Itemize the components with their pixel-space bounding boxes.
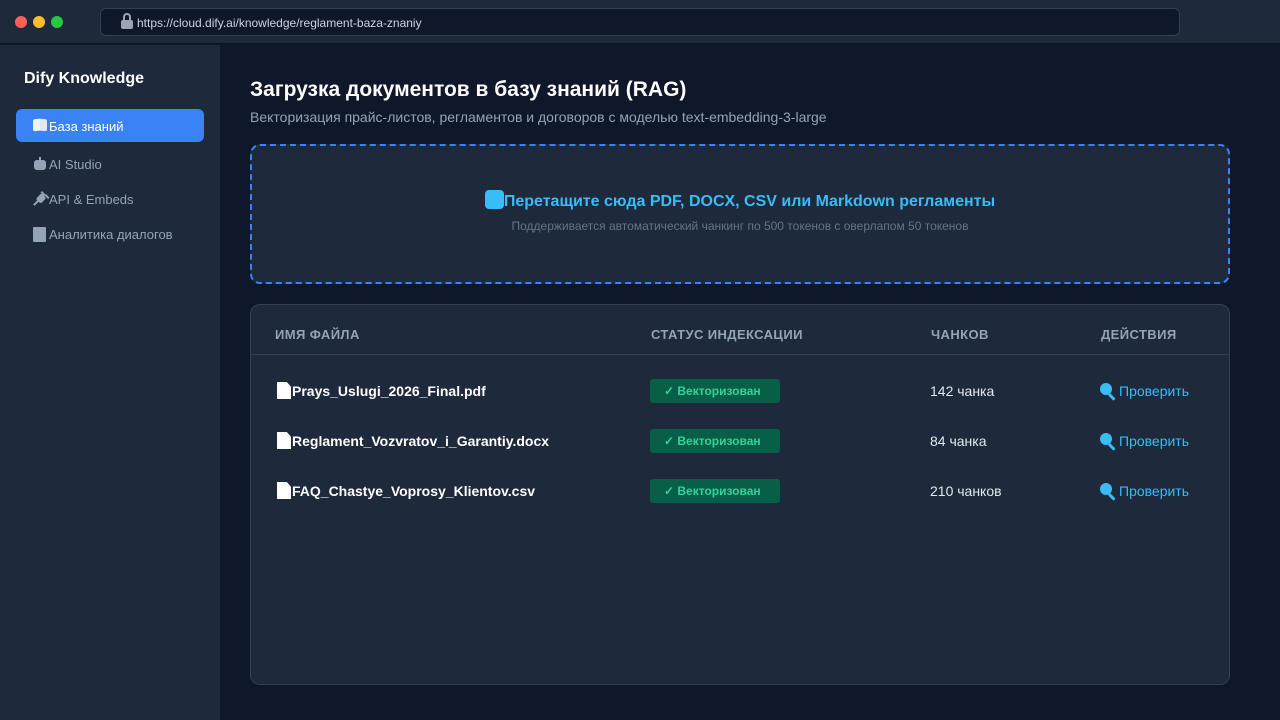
plug-icon	[33, 191, 50, 206]
sidebar-item-label: База знаний	[49, 119, 124, 134]
lock-icon	[121, 13, 133, 29]
chunk-count: 210 чанков	[930, 483, 1002, 499]
app-brand: Dify Knowledge	[24, 70, 145, 87]
sidebar-item-knowledge-base[interactable]: База знаний	[16, 109, 204, 142]
book-icon	[33, 118, 47, 132]
table-row: Prays_Uslugi_2026_Final.pdf ✓ Векторизов…	[251, 370, 1229, 420]
column-header-actions: ДЕЙСТВИЯ	[1101, 327, 1177, 342]
sidebar-item-label: Аналитика диалогов	[49, 227, 173, 242]
magnifier-icon	[1100, 433, 1118, 451]
upload-icon	[484, 190, 504, 209]
dropzone-label: Перетащите сюда PDF, DOCX, CSV или Markd…	[503, 193, 996, 210]
table-row: Reglament_Vozvratov_i_Garantiy.docx ✓ Ве…	[251, 420, 1229, 470]
column-header-chunks: ЧАНКОВ	[931, 327, 989, 342]
dropzone-label-row: Перетащите сюда PDF, DOCX, CSV или Markd…	[252, 190, 1228, 211]
documents-table: ИМЯ ФАЙЛА СТАТУС ИНДЕКСАЦИИ ЧАНКОВ ДЕЙСТ…	[250, 304, 1230, 685]
page-title: Загрузка документов в базу знаний (RAG)	[250, 78, 687, 101]
file-name: Prays_Uslugi_2026_Final.pdf	[292, 383, 486, 399]
table-header: ИМЯ ФАЙЛА СТАТУС ИНДЕКСАЦИИ ЧАНКОВ ДЕЙСТ…	[251, 305, 1229, 355]
page-subtitle: Векторизация прайс-листов, регламентов и…	[250, 109, 827, 125]
sidebar-item-label: AI Studio	[49, 157, 102, 172]
address-bar[interactable]: https://cloud.dify.ai/knowledge/reglamen…	[100, 8, 1180, 36]
file-icon	[277, 382, 291, 399]
dropzone-hint: Поддерживается автоматический чанкинг по…	[511, 219, 969, 233]
sidebar: Dify Knowledge База знаний AI Studio API…	[0, 45, 220, 720]
chunk-count: 142 чанка	[930, 383, 995, 399]
file-dropzone[interactable]: Перетащите сюда PDF, DOCX, CSV или Markd…	[250, 144, 1230, 284]
maximize-window-button[interactable]	[51, 16, 63, 28]
minimize-window-button[interactable]	[33, 16, 45, 28]
status-badge: ✓ Векторизован	[650, 379, 780, 403]
magnifier-icon	[1100, 483, 1118, 501]
chunk-count: 84 чанка	[930, 433, 987, 449]
magnifier-icon	[1100, 383, 1118, 401]
browser-toolbar: https://cloud.dify.ai/knowledge/reglamen…	[0, 0, 1280, 44]
sidebar-item-label: API & Embeds	[49, 192, 134, 207]
document-icon	[33, 227, 46, 242]
file-icon	[277, 482, 291, 499]
sidebar-item-api-embeds[interactable]: API & Embeds	[16, 182, 204, 215]
column-header-status: СТАТУС ИНДЕКСАЦИИ	[651, 327, 803, 342]
url-text: https://cloud.dify.ai/knowledge/reglamen…	[137, 16, 422, 30]
file-name: Reglament_Vozvratov_i_Garantiy.docx	[292, 433, 550, 449]
status-badge: ✓ Векторизован	[650, 479, 780, 503]
verify-label: Проверить	[1119, 383, 1190, 399]
file-name: FAQ_Chastye_Voprosy_Klientov.csv	[292, 483, 536, 499]
status-badge: ✓ Векторизован	[650, 429, 780, 453]
file-icon	[277, 432, 291, 449]
verify-label: Проверить	[1119, 483, 1190, 499]
column-header-filename: ИМЯ ФАЙЛА	[275, 327, 360, 342]
table-row: FAQ_Chastye_Voprosy_Klientov.csv ✓ Векто…	[251, 470, 1229, 520]
robot-icon	[33, 157, 47, 171]
close-window-button[interactable]	[15, 16, 27, 28]
verify-label: Проверить	[1119, 433, 1190, 449]
sidebar-item-ai-studio[interactable]: AI Studio	[16, 147, 204, 180]
sidebar-item-dialog-analytics[interactable]: Аналитика диалогов	[16, 217, 204, 250]
